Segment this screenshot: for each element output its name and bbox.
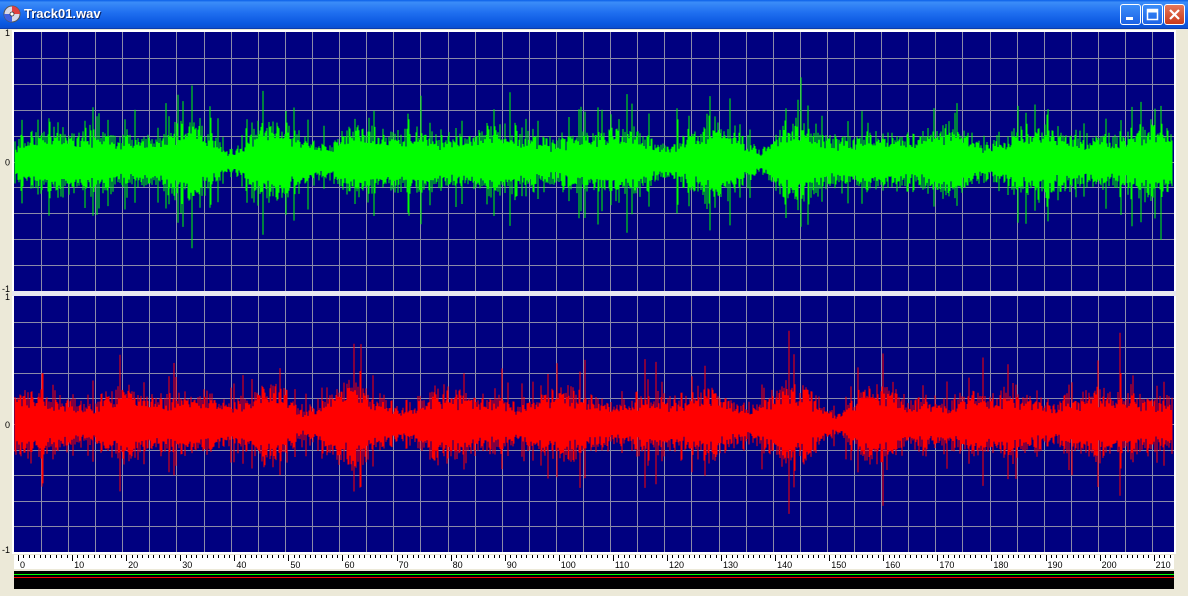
ruler-tick-label: 200 [1102, 560, 1117, 570]
waveform-display[interactable]: 10-110-10 10 20 30 40 50 60 70 80 90 100 110 120 130 1… [0, 29, 1188, 596]
channel-divider [12, 291, 1176, 296]
ruler-tick-label: 80 [453, 560, 463, 570]
ruler-tick-label: 110 [615, 560, 629, 570]
disc-icon [3, 5, 21, 23]
ruler-tick-label: 120 [669, 560, 684, 570]
ruler-tick-label: 70 [399, 560, 409, 570]
ruler-tick-label: 180 [993, 560, 1008, 570]
ruler-tick-label: 60 [344, 560, 354, 570]
ruler-tick-label: 90 [507, 560, 517, 570]
close-icon [1169, 9, 1180, 20]
right-channel-y-tick-label: 0 [5, 420, 10, 430]
window-title: Track01.wav [24, 6, 101, 21]
ruler-tick-label: 150 [831, 560, 846, 570]
ruler-tick-label: 10 [74, 560, 84, 570]
left-channel-y-tick-label: 0 [5, 158, 10, 168]
close-button[interactable] [1164, 4, 1185, 25]
ruler-tick-label: 100 [561, 560, 576, 570]
ruler-tick-label: 40 [236, 560, 246, 570]
ruler-tick-label: 20 [128, 560, 138, 570]
right-channel-y-tick-label: 1 [5, 292, 10, 302]
right-channel-y-tick-label: -1 [2, 545, 10, 555]
ruler-tick-label: 160 [885, 560, 900, 570]
minimize-button[interactable] [1120, 4, 1141, 25]
ruler-tick-label: 140 [777, 560, 792, 570]
maximize-button[interactable] [1142, 4, 1163, 25]
ruler-tick-label: 210 [1156, 560, 1171, 570]
ruler-tick-label: 30 [182, 560, 192, 570]
level-meter [14, 571, 1174, 589]
ruler-tick-label: 190 [1048, 560, 1063, 570]
ruler-tick-label: 0 [20, 560, 25, 570]
left-channel-y-tick-label: 1 [5, 29, 10, 38]
maximize-icon [1146, 8, 1159, 21]
ruler-tick-label: 50 [290, 560, 300, 570]
title-bar[interactable]: Track01.wav [0, 0, 1188, 29]
ruler-tick-label: 130 [723, 560, 738, 570]
ruler-tick-label: 170 [939, 560, 954, 570]
waveform-window: 1 0 -1 1 0 -1 0 10 20 30 40 50 60 70 80 90 100 110 120 130 1… [0, 29, 1188, 596]
minimize-icon [1126, 17, 1133, 20]
